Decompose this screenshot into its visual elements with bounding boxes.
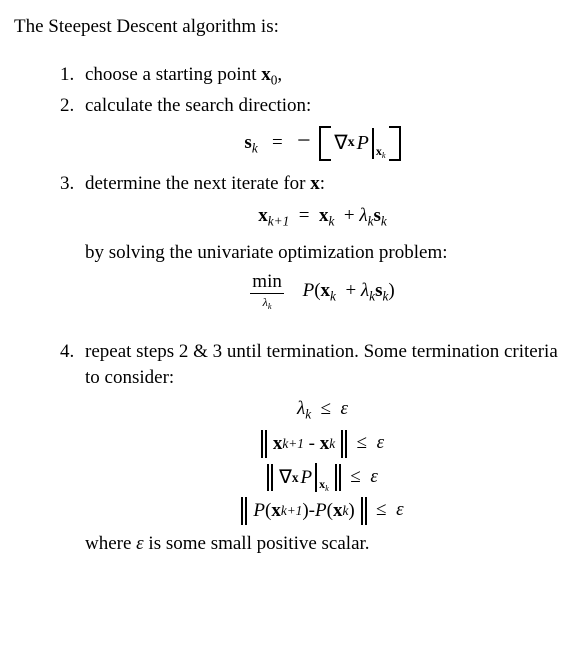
step2-equation: sk = − ∇xP xk: [85, 125, 560, 161]
c4-x2: x: [333, 498, 343, 524]
min-sub-k: k: [268, 302, 272, 311]
c1-lam: λ: [297, 398, 305, 419]
criterion-4: P(xk+1)- P(xk) ≤ ε: [85, 497, 560, 525]
c4-kp1: k+1: [281, 502, 303, 520]
c4-P1: P: [253, 498, 265, 524]
step3-eq1: xk+1 = xk + λksk: [85, 203, 560, 231]
eq-eqsym: =: [272, 132, 283, 153]
eq2-close: ): [388, 280, 394, 301]
c2-x2: x: [320, 431, 330, 457]
criterion-2: xk+1 - xk ≤ ε: [85, 430, 560, 458]
eval-sub: xk: [376, 143, 386, 161]
step1-text-a: choose a starting point: [85, 64, 261, 85]
eq-neg: −: [297, 128, 311, 154]
eval-bar-icon: [370, 128, 374, 159]
where-b: is some small positive scalar.: [144, 533, 370, 554]
eq1-k: k: [328, 213, 334, 228]
nabla-icon: ∇: [334, 130, 347, 157]
nabla-sub: x: [348, 134, 355, 153]
eq-sk-k: k: [252, 141, 258, 156]
criterion-1: λk ≤ ε: [85, 396, 560, 424]
step1-text-b: ,: [277, 64, 282, 85]
step3-colon: :: [320, 173, 325, 194]
norm-bar-icon: [267, 464, 273, 492]
step4-text: repeat steps 2 & 3 until termination. So…: [85, 341, 558, 388]
eval-bar-icon: [313, 463, 317, 493]
min-text: min: [250, 271, 284, 294]
step-4: repeat steps 2 & 3 until termination. So…: [79, 339, 560, 556]
eq2-lam: λ: [361, 280, 369, 301]
norm-bar-icon: [341, 430, 347, 458]
c2-minus: -: [309, 431, 315, 457]
eq2-k: k: [330, 289, 336, 304]
eq1-eq: =: [299, 205, 310, 226]
norm-bar-icon: [361, 497, 367, 525]
eq1-x: x: [258, 205, 268, 226]
c1-le: ≤: [321, 398, 331, 419]
eq1-s: s: [373, 205, 380, 226]
c3-nabla-icon: ∇: [279, 465, 292, 491]
eq1-plus: +: [344, 205, 355, 226]
eq-sk-s: s: [244, 132, 251, 153]
step3-by: by solving the univariate optimization p…: [85, 240, 560, 266]
c2-eps: ε: [377, 432, 385, 453]
criterion-3: ∇xP xk ≤ ε: [85, 464, 560, 492]
c3-nsub: x: [292, 469, 299, 487]
c2-le: ≤: [357, 432, 367, 453]
norm-bar-icon: [335, 464, 341, 492]
eq2-P: P: [303, 280, 315, 301]
c1-k: k: [305, 407, 311, 422]
norm-bar-icon: [241, 497, 247, 525]
step-2: calculate the search direction: sk = − ∇…: [79, 93, 560, 161]
c4-le: ≤: [376, 500, 386, 521]
eq1-lam: λ: [359, 205, 367, 226]
c1-eps: ε: [341, 398, 349, 419]
step4-where: where ε is some small positive scalar.: [85, 531, 560, 557]
where-eps: ε: [136, 533, 144, 554]
eq-bracket: ∇xP xk: [319, 126, 400, 161]
norm-bar-icon: [261, 430, 267, 458]
min-operator: min λk: [250, 272, 284, 311]
eq1-sk: k: [381, 213, 387, 228]
where-a: where: [85, 533, 136, 554]
eq2-plus: +: [345, 280, 356, 301]
c4-P2: P: [315, 498, 327, 524]
step3-text: determine the next iterate for: [85, 173, 310, 194]
c2-x1: x: [273, 431, 283, 457]
step2-text: calculate the search direction:: [85, 95, 311, 116]
c3-eps: ε: [370, 466, 378, 487]
intro-text: The Steepest Descent algorithm is:: [14, 14, 560, 40]
eq1-kp1: k+1: [268, 213, 290, 228]
steps-list: choose a starting point x0, calculate th…: [14, 62, 560, 557]
c2-k: k: [329, 435, 335, 453]
c3-le: ≤: [350, 466, 360, 487]
step3-eq2: min λk P(xk + λksk): [85, 272, 560, 311]
step3-var: x: [310, 173, 320, 194]
c4-c2: ): [348, 498, 354, 524]
step-1: choose a starting point x0,: [79, 62, 560, 90]
eq2-x: x: [321, 280, 331, 301]
c4-eps: ε: [396, 500, 404, 521]
step-3: determine the next iterate for x: xk+1 =…: [79, 171, 560, 335]
c4-x1: x: [271, 498, 281, 524]
c3-evsub: xk: [319, 476, 329, 494]
grad-P: P: [357, 130, 369, 157]
c2-kp1: k+1: [282, 435, 304, 453]
step1-var: x: [261, 64, 271, 85]
c3-P: P: [301, 465, 313, 491]
